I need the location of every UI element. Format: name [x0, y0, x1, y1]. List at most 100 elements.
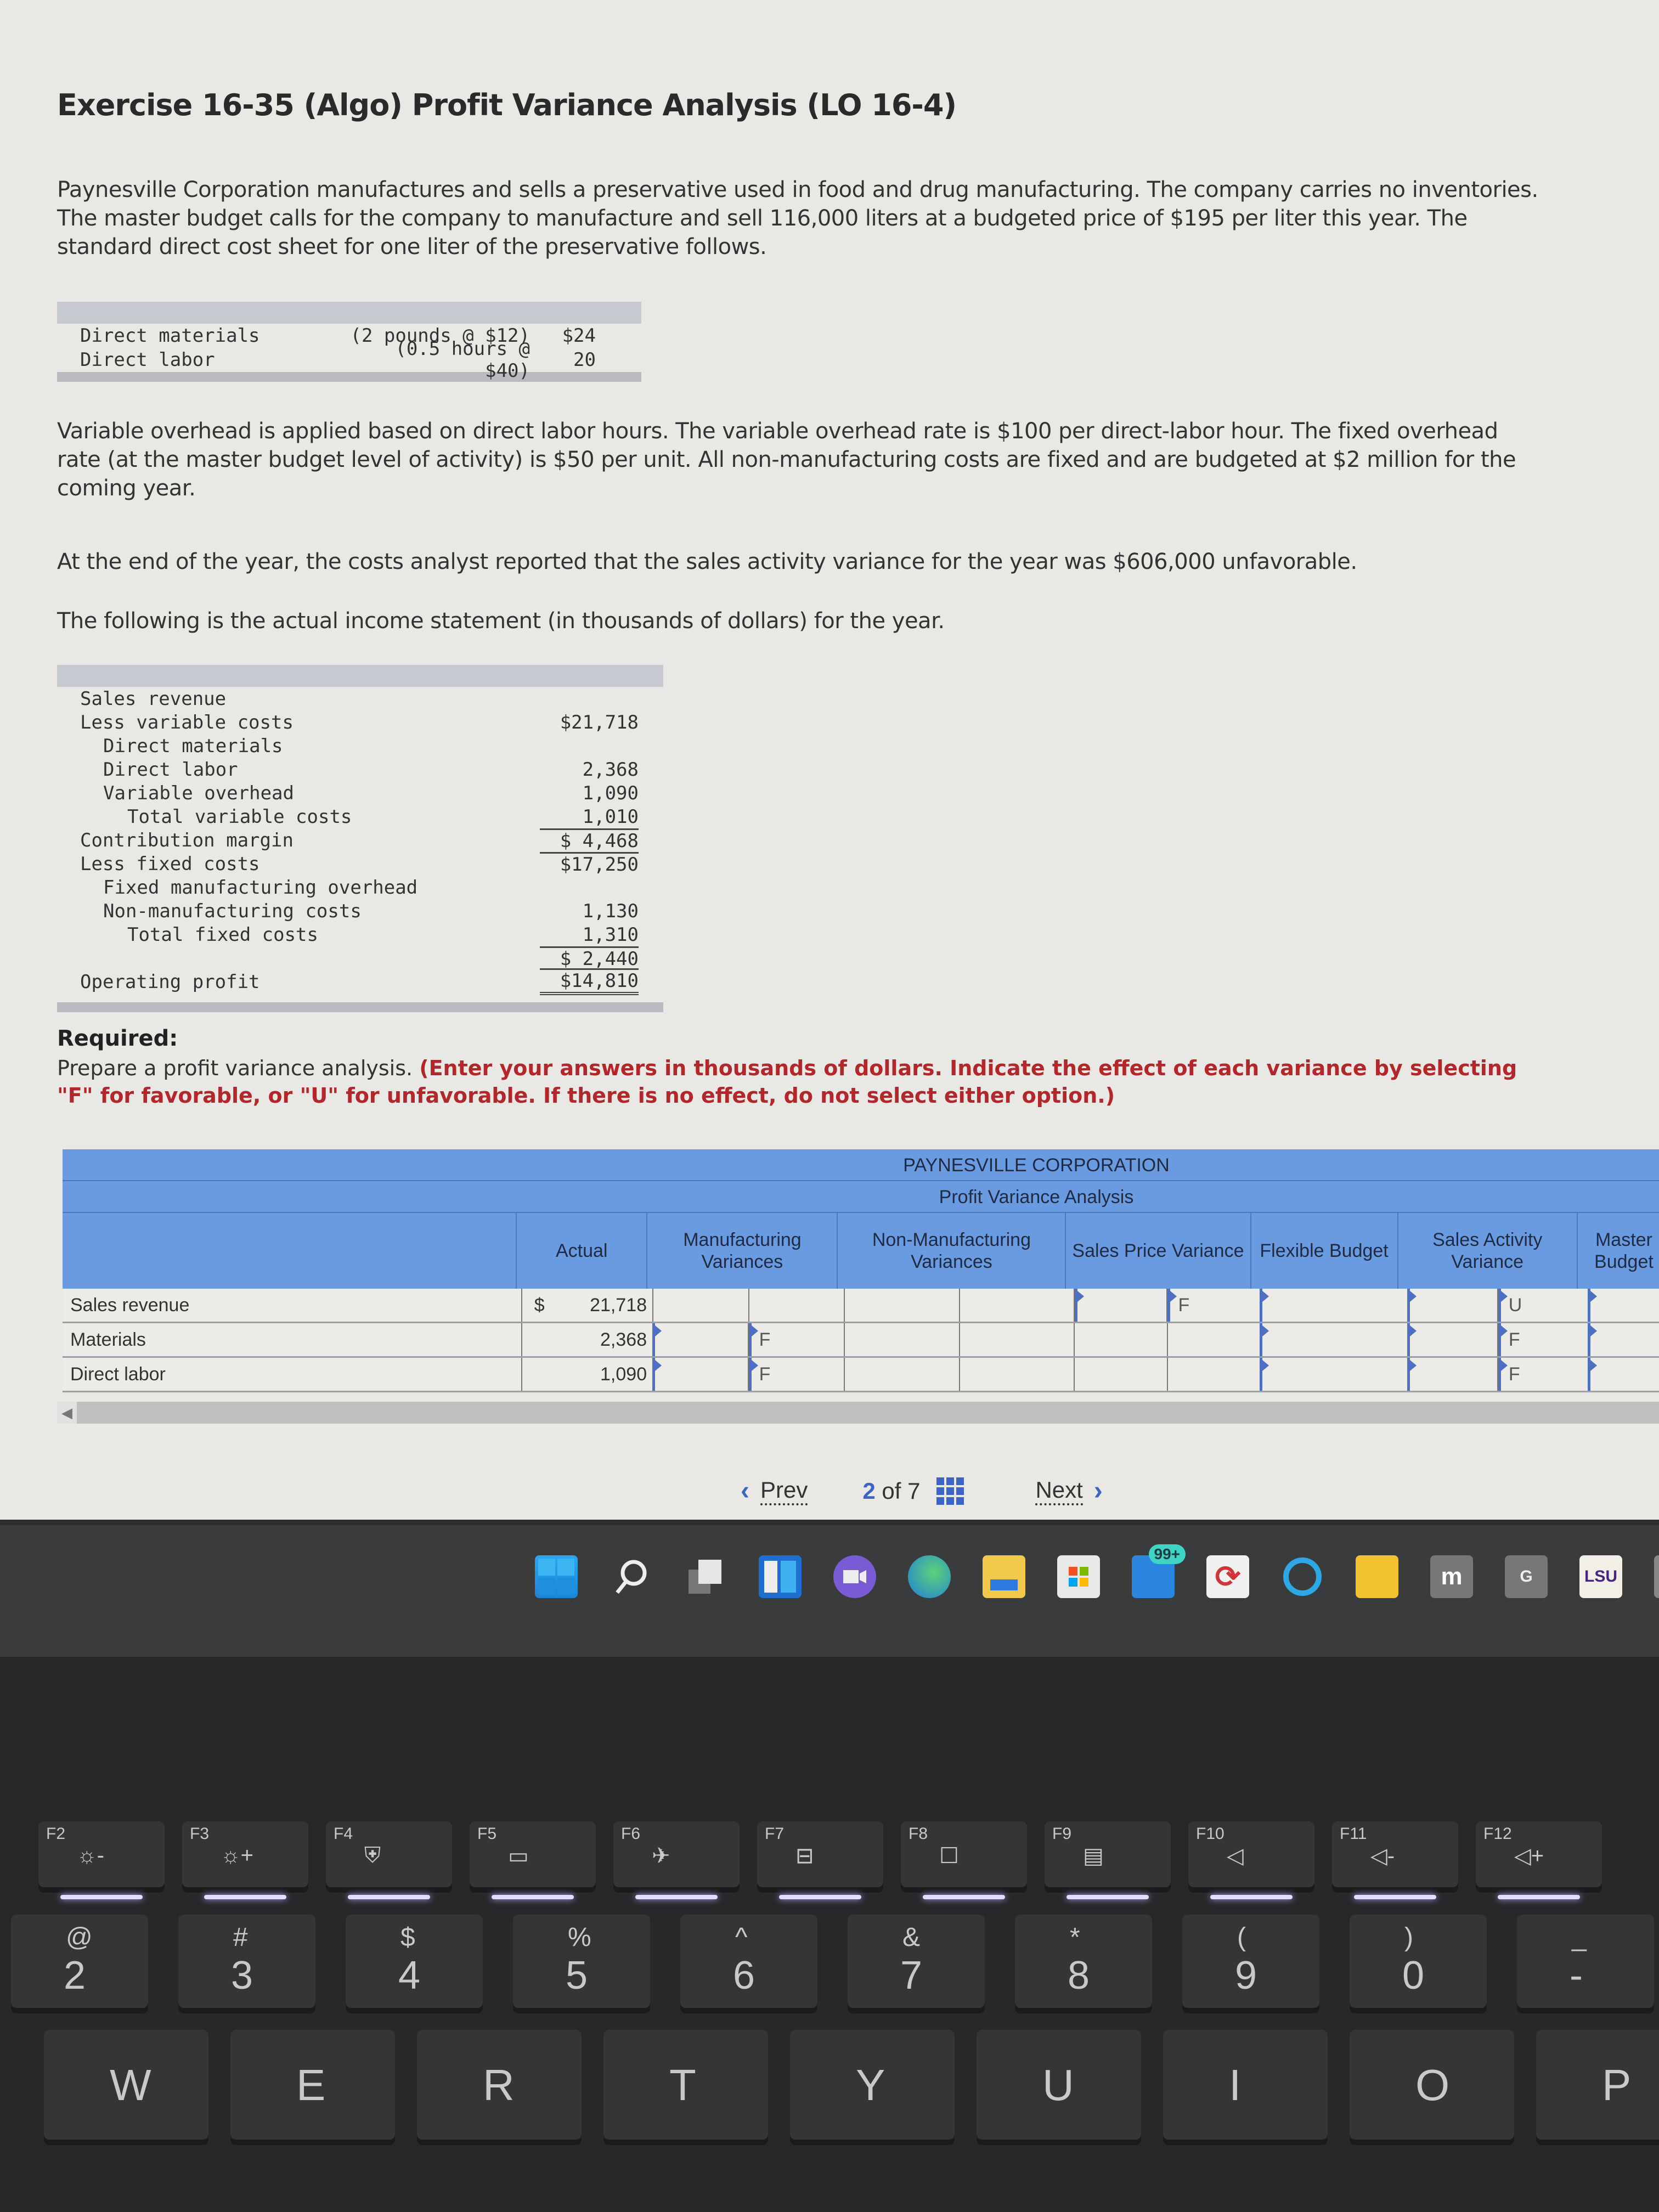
- file-explorer-icon[interactable]: [983, 1555, 1025, 1598]
- key-f10[interactable]: F10 ◁: [1188, 1821, 1314, 1899]
- horizontal-scrollbar[interactable]: ◀: [57, 1402, 1659, 1424]
- key-number: 5: [566, 1954, 588, 1997]
- key-6[interactable]: ^ 6: [680, 1915, 817, 2008]
- key-7[interactable]: & 7: [848, 1915, 985, 2008]
- key-w[interactable]: W: [44, 2030, 208, 2140]
- sales-activity-amount-input[interactable]: [1410, 1358, 1498, 1391]
- key-f8[interactable]: F8 ☐: [901, 1821, 1027, 1899]
- key-o[interactable]: O: [1350, 2030, 1514, 2140]
- key-letter: W: [110, 2061, 151, 2109]
- key-icon: ◁-: [1370, 1844, 1395, 1868]
- master-budget-input[interactable]: [1588, 1323, 1659, 1356]
- flexible-budget-input[interactable]: [1260, 1289, 1407, 1322]
- question-navigation: ‹ Prev 2 of 7 Next ›: [741, 1476, 1103, 1506]
- widgets-icon[interactable]: [759, 1555, 802, 1598]
- teams-chat-icon[interactable]: [833, 1555, 876, 1598]
- sales-activity-effect-select[interactable]: U: [1498, 1289, 1588, 1322]
- sales-price-amount-input[interactable]: [1074, 1289, 1168, 1322]
- sales-activity-effect-select[interactable]: F: [1498, 1358, 1588, 1391]
- key-e[interactable]: E: [230, 2030, 395, 2140]
- key-y[interactable]: Y: [790, 2030, 955, 2140]
- lsu-icon[interactable]: LSU: [1579, 1555, 1622, 1598]
- key-label: F5: [477, 1825, 497, 1843]
- manufacturing-amount-input[interactable]: [655, 1358, 749, 1391]
- edge-icon[interactable]: [908, 1555, 951, 1598]
- sync-app-icon[interactable]: ⟳: [1206, 1555, 1249, 1598]
- key-f2[interactable]: F2 ☼-: [38, 1821, 165, 1899]
- cost-row: Direct labor (0.5 hours @ $40) 20: [57, 338, 641, 382]
- manufacturing-effect-select[interactable]: F: [748, 1323, 844, 1356]
- flexible-budget-input[interactable]: [1260, 1358, 1407, 1391]
- key-f3[interactable]: F3 ☼+: [182, 1821, 308, 1899]
- key-5[interactable]: % 5: [513, 1915, 650, 2008]
- app-icon[interactable]: [1654, 1555, 1659, 1598]
- key-f7[interactable]: F7 ⊟: [757, 1821, 883, 1899]
- key-f11[interactable]: F11 ◁-: [1332, 1821, 1458, 1899]
- letter-key-row: W ERTYUIOP: [44, 2030, 1659, 2140]
- key-f5[interactable]: F5 ▭: [470, 1821, 596, 1899]
- chevron-right-icon[interactable]: ›: [1094, 1476, 1103, 1506]
- sales-activity-amount-input[interactable]: [1410, 1323, 1498, 1356]
- key-f12[interactable]: F12 ◁+: [1476, 1821, 1602, 1899]
- key-number: 4: [398, 1954, 421, 1997]
- windows-start-icon[interactable]: [535, 1555, 578, 1598]
- key-f9[interactable]: F9 ▤: [1045, 1821, 1171, 1899]
- master-budget-input[interactable]: [1588, 1289, 1659, 1322]
- column-header-master-budget: Master Budget: [1576, 1213, 1659, 1289]
- mail-icon[interactable]: 99+: [1132, 1544, 1186, 1598]
- sticky-notes-icon[interactable]: [1356, 1555, 1398, 1598]
- laptop-keyboard: F2 ☼- F3 ☼+ F4 ⛨ F5 ▭ F6 ✈ F7 ⊟ F8 ☐ F9 ▤ F10 ◁ F11 ◁- F12 ◁+…: [0, 1657, 1659, 2212]
- income-label: Total variable costs: [127, 805, 352, 828]
- key-number: 8: [1068, 1954, 1090, 1997]
- income-row: Total variable costs 1,010: [57, 805, 663, 828]
- prev-button[interactable]: Prev: [760, 1477, 808, 1505]
- key-4[interactable]: $4: [346, 1915, 483, 2008]
- table-row: Materials 2,368 F F: [63, 1323, 1659, 1358]
- key-i[interactable]: I: [1163, 2030, 1328, 2140]
- key-p[interactable]: P: [1536, 2030, 1659, 2140]
- manufacturing-effect-select[interactable]: F: [748, 1358, 844, 1391]
- key-symbol: &: [902, 1923, 921, 1952]
- google-icon[interactable]: G: [1505, 1555, 1548, 1598]
- income-amount: $21,718: [560, 711, 639, 733]
- master-budget-input[interactable]: [1588, 1358, 1659, 1391]
- key-3[interactable]: #3: [178, 1915, 315, 2008]
- next-button[interactable]: Next: [1035, 1477, 1083, 1505]
- key-9[interactable]: (9: [1182, 1915, 1319, 2008]
- key-f6[interactable]: F6 ✈: [613, 1821, 740, 1899]
- task-view-icon[interactable]: [684, 1555, 727, 1598]
- cortana-icon[interactable]: [1281, 1555, 1324, 1598]
- key-t[interactable]: T: [603, 2030, 768, 2140]
- table-top-bar: [57, 665, 663, 687]
- page-total: of 7: [882, 1477, 921, 1504]
- key-8[interactable]: * 8: [1015, 1915, 1152, 2008]
- key-f4[interactable]: F4 ⛨: [326, 1821, 452, 1899]
- key-backlight: [1498, 1895, 1580, 1899]
- income-label: Operating profit: [80, 970, 260, 993]
- required-text: Prepare a profit variance analysis. (Ent…: [57, 1054, 1549, 1109]
- sales-activity-effect-select[interactable]: F: [1498, 1323, 1588, 1356]
- key-u[interactable]: U: [977, 2030, 1141, 2140]
- mail-badge: 99+: [1148, 1544, 1186, 1564]
- income-label: Less fixed costs: [80, 853, 260, 875]
- key-r[interactable]: R: [417, 2030, 582, 2140]
- key-number: -: [1570, 1954, 1583, 1997]
- sales-price-effect-select[interactable]: F: [1167, 1289, 1260, 1322]
- browser-page: Exercise 16-35 (Algo) Profit Variance An…: [0, 0, 1659, 1520]
- key-2[interactable]: @2: [11, 1915, 148, 2008]
- flexible-budget-input[interactable]: [1260, 1323, 1407, 1356]
- income-row: Less fixed costs $17,250: [57, 852, 663, 876]
- non-manufacturing-effect: [960, 1323, 1074, 1356]
- grid-icon[interactable]: [936, 1477, 964, 1505]
- search-icon[interactable]: [610, 1555, 652, 1598]
- chevron-left-icon[interactable]: ‹: [741, 1476, 749, 1506]
- table-row: Direct labor 1,090 F F: [63, 1358, 1659, 1392]
- key--[interactable]: _ -: [1517, 1915, 1654, 2008]
- scroll-left-icon[interactable]: ◀: [57, 1402, 77, 1424]
- manufacturing-amount-input[interactable]: [655, 1323, 749, 1356]
- key-0[interactable]: ) 0: [1350, 1915, 1487, 2008]
- moodle-icon[interactable]: m: [1430, 1555, 1473, 1598]
- sales-activity-amount-input[interactable]: [1410, 1289, 1498, 1322]
- microsoft-store-icon[interactable]: [1057, 1555, 1100, 1598]
- non-manufacturing-effect: [960, 1358, 1074, 1391]
